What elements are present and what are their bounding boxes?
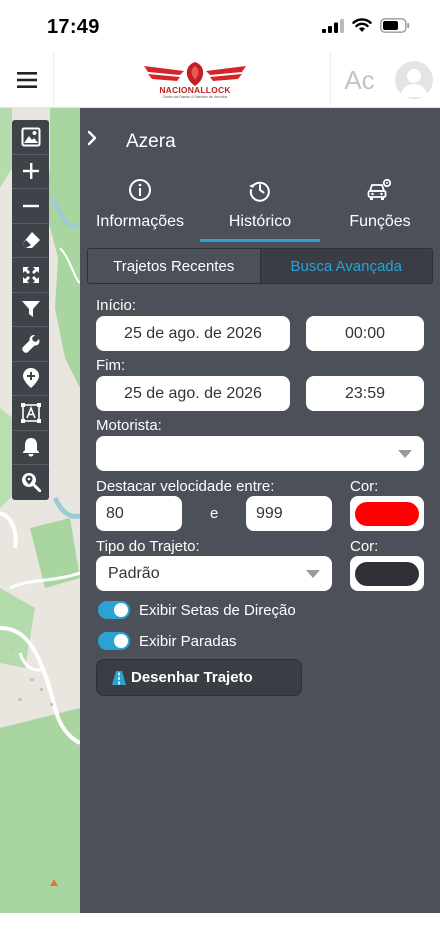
start-label: Início:	[96, 297, 137, 314]
toggle-stops-row: Exibir Paradas	[98, 630, 237, 652]
eraser-icon	[21, 232, 40, 249]
search-location-button[interactable]	[12, 465, 49, 500]
toggle-stops-label: Exibir Paradas	[139, 632, 237, 650]
chevron-down-icon	[306, 570, 320, 578]
start-date-field[interactable]: 25 de ago. de 2026	[96, 316, 290, 351]
zoom-in-button[interactable]	[12, 155, 49, 189]
filter-icon	[21, 301, 40, 318]
wrench-icon	[21, 334, 39, 353]
info-icon	[129, 179, 151, 201]
panel-header: Azera	[80, 108, 440, 168]
speed-highlight-label: Destacar velocidade entre:	[96, 478, 275, 495]
status-time: 17:49	[47, 16, 100, 38]
fullscreen-icon	[22, 266, 39, 283]
road-icon	[112, 670, 126, 685]
speed-min-input[interactable]: 80	[96, 496, 182, 531]
history-icon	[249, 181, 270, 202]
chevron-right-icon	[87, 130, 97, 146]
add-point-button[interactable]	[12, 362, 49, 396]
filter-button[interactable]	[12, 293, 49, 327]
menu-button[interactable]	[0, 52, 54, 108]
brand-logo: NACIONALLOCK Centro de Rastro & Rastreio…	[140, 60, 250, 102]
segment-recent-routes[interactable]: Trajetos Recentes	[88, 249, 261, 283]
route-type-label: Tipo do Trajeto:	[96, 538, 200, 555]
vehicle-name: Azera	[126, 131, 176, 152]
avatar[interactable]	[395, 61, 433, 99]
tab-label: Funções	[349, 213, 411, 230]
panel-tabs: Informações Histórico Funções	[80, 170, 440, 242]
status-icons	[322, 18, 410, 33]
speed-max-input[interactable]: 999	[246, 496, 332, 531]
end-label: Fim:	[96, 357, 126, 374]
end-time-field[interactable]: 23:59	[306, 376, 424, 411]
end-date-field[interactable]: 25 de ago. de 2026	[96, 376, 290, 411]
draw-route-label: Desenhar Trajeto	[131, 669, 253, 686]
collapse-panel-button[interactable]	[86, 130, 98, 151]
route-type-value: Padrão	[108, 564, 160, 582]
location-pin-icon	[22, 368, 39, 389]
toggle-direction-arrows-label: Exibir Setas de Direção	[139, 601, 296, 619]
segment-advanced-search[interactable]: Busca Avançada	[260, 249, 432, 283]
map-view[interactable]	[0, 108, 80, 913]
tab-informacoes[interactable]: Informações	[80, 170, 200, 242]
active-tab-indicator	[200, 239, 320, 242]
route-type-select[interactable]: Padrão	[96, 556, 332, 591]
user-silhouette-icon	[400, 69, 428, 97]
car-gear-icon	[367, 178, 392, 200]
route-color-swatch	[355, 561, 419, 586]
tab-label: Informações	[95, 213, 185, 230]
speed-color-label: Cor:	[350, 478, 379, 495]
user-initials[interactable]: Ac	[330, 52, 388, 108]
speed-color-swatch	[355, 501, 419, 526]
logo-subtitle: Centro de Rastro & Rastreio de Veículos	[162, 95, 228, 99]
toggle-stops[interactable]	[98, 632, 130, 650]
status-bar: 17:49	[0, 0, 440, 52]
map-layers-button[interactable]	[12, 120, 49, 155]
battery-icon	[380, 18, 410, 33]
tab-label: Histórico	[228, 213, 292, 230]
start-time-field[interactable]: 00:00	[306, 316, 424, 351]
history-mode-segment: Trajetos Recentes Busca Avançada	[87, 248, 433, 284]
zoom-in-icon	[22, 163, 39, 180]
draw-route-button[interactable]: Desenhar Trajeto	[96, 659, 302, 696]
tab-historico[interactable]: Histórico	[200, 170, 320, 242]
zoom-out-button[interactable]	[12, 189, 49, 224]
speed-color-picker[interactable]	[350, 496, 424, 531]
area-select-button[interactable]	[12, 396, 49, 431]
tools-button[interactable]	[12, 327, 49, 362]
logo-text: NACIONALLOCK	[159, 85, 231, 95]
alerts-button[interactable]	[12, 431, 49, 465]
tab-funcoes[interactable]: Funções	[320, 170, 440, 242]
zoom-out-icon	[22, 204, 39, 207]
route-color-label: Cor:	[350, 538, 379, 555]
vehicle-panel: Azera Informações Histórico Funções Traj…	[80, 108, 440, 913]
text-frame-icon	[20, 402, 41, 423]
fullscreen-button[interactable]	[12, 258, 49, 293]
signal-icon	[322, 18, 344, 33]
wifi-icon	[352, 18, 372, 32]
bell-icon	[22, 438, 39, 457]
image-icon	[21, 127, 40, 147]
search-location-icon	[21, 473, 41, 493]
driver-select[interactable]	[96, 436, 424, 471]
map-toolbar	[12, 120, 49, 500]
toggle-direction-arrows-row: Exibir Setas de Direção	[98, 599, 296, 621]
hamburger-icon	[16, 72, 37, 88]
speed-range-separator: e	[210, 505, 219, 522]
app-header: NACIONALLOCK Centro de Rastro & Rastreio…	[0, 52, 440, 108]
chevron-down-icon	[398, 450, 412, 458]
clear-map-button[interactable]	[12, 224, 49, 258]
driver-label: Motorista:	[96, 417, 162, 434]
toggle-direction-arrows[interactable]	[98, 601, 130, 619]
route-color-picker[interactable]	[350, 556, 424, 591]
home-indicator-area	[0, 913, 440, 951]
